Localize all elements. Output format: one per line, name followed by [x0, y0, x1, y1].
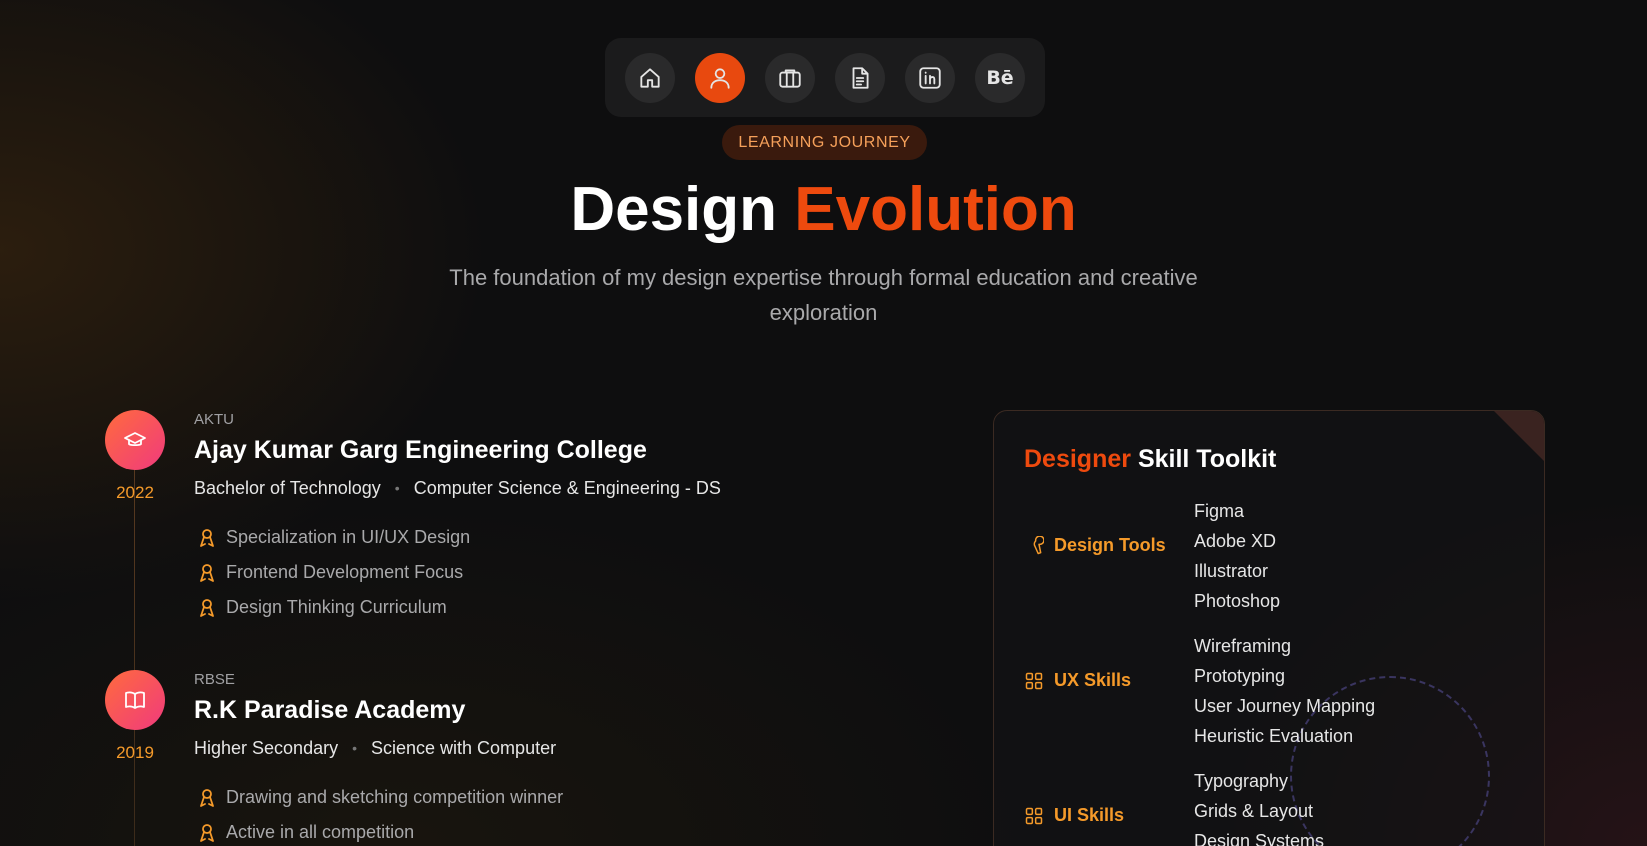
- skill-item: Design Systems: [1194, 831, 1325, 846]
- document-icon: [852, 66, 869, 89]
- skill-item: Photoshop: [1194, 591, 1281, 611]
- list-item: Drawing and sketching competition winner: [194, 780, 894, 815]
- skill-list: Wireframing Prototyping User Journey Map…: [1194, 631, 1375, 751]
- education-degree-line: Higher Secondary • Science with Computer: [194, 736, 894, 760]
- list-item-text: Active in all competition: [226, 822, 415, 842]
- skill-item: Adobe XD: [1194, 531, 1277, 551]
- education-year: 2019: [116, 743, 154, 762]
- award-ribbon-icon: [200, 823, 214, 842]
- title-accent: Evolution: [794, 175, 1077, 244]
- skill-category-label: UX Skills: [1024, 670, 1194, 691]
- skill-toolkit-card: Designer Skill Toolkit Design Tools Figm…: [993, 410, 1545, 846]
- skill-category-name: Design Tools: [1054, 535, 1166, 555]
- award-ribbon-icon: [200, 598, 214, 617]
- education-field: Computer Science & Engineering - DS: [413, 478, 721, 498]
- education-points: Specialization in UI/UX Design Frontend …: [194, 520, 894, 625]
- skill-item: Wireframing: [1194, 636, 1292, 656]
- list-item: Frontend Development Focus: [194, 555, 894, 590]
- list-item-text: Specialization in UI/UX Design: [226, 527, 471, 547]
- title-main: Design: [570, 175, 778, 244]
- education-board: AKTU: [194, 411, 235, 428]
- nav-resume-button[interactable]: [835, 52, 885, 103]
- skill-item: Prototyping: [1194, 666, 1286, 686]
- skill-item: Grids & Layout: [1194, 801, 1314, 821]
- page-title: Design Evolution: [0, 175, 1647, 245]
- education-degree-line: Bachelor of Technology • Computer Scienc…: [194, 476, 894, 500]
- toolkit-title-main: Skill Toolkit: [1137, 445, 1277, 473]
- list-item: Specialization in UI/UX Design: [194, 520, 894, 555]
- skill-category-label: Design Tools: [1024, 535, 1194, 556]
- skill-category-name: UX Skills: [1054, 670, 1132, 690]
- book-icon: [125, 691, 145, 709]
- skill-item: Illustrator: [1194, 561, 1269, 581]
- education-field: Science with Computer: [371, 738, 557, 758]
- education-points: Drawing and sketching competition winner…: [194, 780, 894, 846]
- nav-work-button[interactable]: [765, 52, 815, 103]
- list-item-text: Drawing and sketching competition winner: [226, 787, 564, 807]
- nav-about-button[interactable]: [695, 52, 745, 103]
- education-degree: Higher Secondary: [194, 738, 339, 758]
- nav-behance-button[interactable]: Bē: [975, 52, 1025, 103]
- award-ribbon-icon: [200, 563, 214, 582]
- separator-dot: •: [352, 740, 357, 756]
- skill-item: User Journey Mapping: [1194, 696, 1376, 716]
- skill-list: Figma Adobe XD Illustrator Photoshop: [1194, 496, 1280, 616]
- linkedin-icon: [919, 66, 941, 89]
- skill-list: Typography Grids & Layout Design Systems: [1194, 766, 1324, 846]
- graduation-cap-badge: [105, 410, 165, 470]
- wrench-icon: [1033, 535, 1044, 554]
- grid-icon: [1025, 672, 1043, 689]
- award-ribbon-icon: [200, 528, 214, 547]
- page-subtitle: The foundation of my design expertise th…: [449, 265, 1198, 325]
- education-board: RBSE: [194, 671, 235, 688]
- book-badge: [105, 670, 165, 730]
- section-badge: LEARNING JOURNEY: [722, 125, 927, 160]
- grid-icon: [1025, 807, 1043, 824]
- skill-item: Typography: [1194, 771, 1289, 791]
- nav-linkedin-button[interactable]: [905, 52, 955, 103]
- toolkit-title-accent: Designer: [1024, 445, 1131, 473]
- skill-category-label: UI Skills: [1024, 805, 1194, 826]
- education-degree: Bachelor of Technology: [194, 478, 381, 498]
- toolkit-title: Designer Skill Toolkit: [1024, 445, 1276, 474]
- graduation-cap-icon: [124, 432, 146, 447]
- award-ribbon-icon: [200, 788, 214, 807]
- skill-category-name: UI Skills: [1054, 805, 1125, 825]
- card-corner-decoration: [1494, 411, 1544, 461]
- behance-icon: Bē: [986, 66, 1014, 89]
- skill-item: Figma: [1194, 501, 1245, 521]
- list-item-text: Design Thinking Curriculum: [226, 597, 447, 617]
- user-icon: [710, 67, 730, 89]
- nav-home-button[interactable]: [625, 52, 675, 103]
- home-icon: [640, 67, 660, 88]
- list-item-text: Frontend Development Focus: [226, 562, 464, 582]
- list-item: Active in all competition: [194, 815, 894, 846]
- skill-item: Heuristic Evaluation: [1194, 726, 1354, 746]
- briefcase-icon: [779, 68, 801, 88]
- separator-dot: •: [394, 480, 400, 496]
- education-institution: R.K Paradise Academy: [194, 696, 466, 724]
- education-institution: Ajay Kumar Garg Engineering College: [194, 436, 647, 464]
- list-item: Design Thinking Curriculum: [194, 590, 894, 625]
- top-nav: Bē: [605, 38, 1045, 117]
- education-year: 2022: [116, 483, 154, 502]
